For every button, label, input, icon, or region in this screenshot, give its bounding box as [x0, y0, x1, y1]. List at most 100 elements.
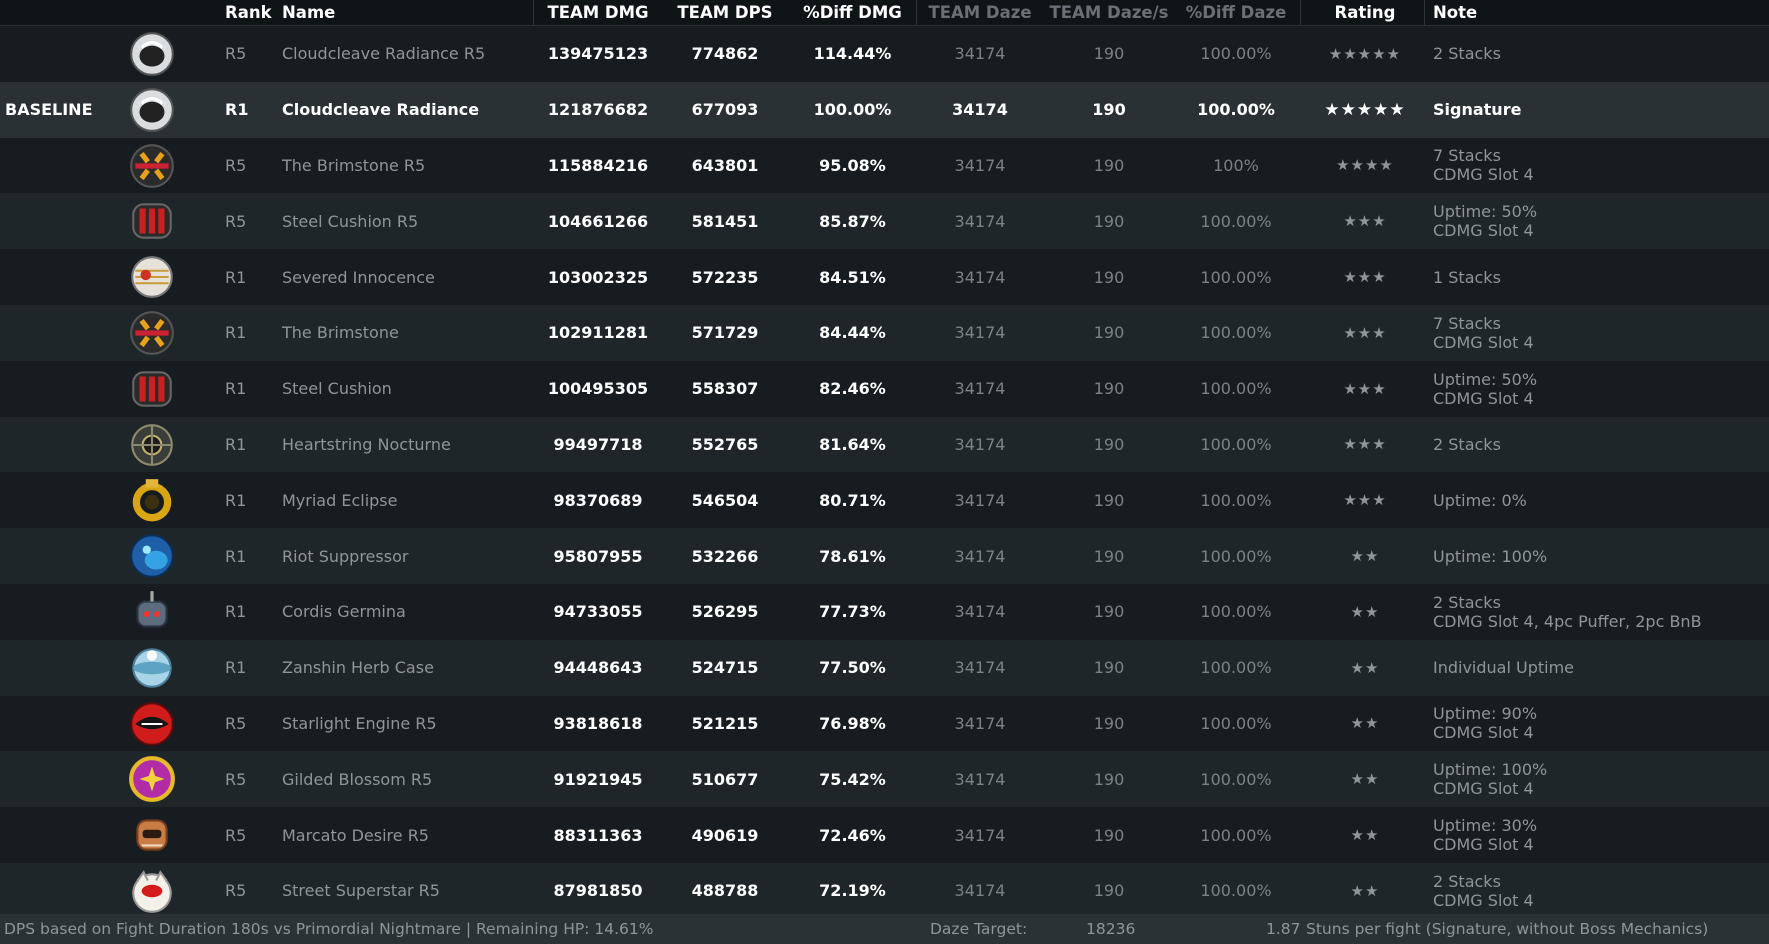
red-helmet-icon [125, 699, 179, 749]
note-line: Uptime: 0% [1433, 490, 1527, 510]
table-row[interactable]: R1 Steel Cushion 100495305 558307 82.46% 3417… [0, 360, 1769, 417]
diff-daze-cell: 100.00% [1200, 546, 1272, 566]
header-divider [916, 0, 917, 25]
red-drum-icon [125, 364, 179, 414]
rating-cell: ★★★ [1305, 417, 1425, 473]
rating-stars: ★★★ [1343, 491, 1387, 510]
name-cell: Cloudcleave Radiance R5 [282, 44, 486, 64]
diff-dmg-cell: 76.98% [819, 713, 886, 733]
note-cell: Signature [1433, 82, 1763, 138]
note-cell: 7 Stacks CDMG Slot 4 [1433, 305, 1763, 361]
note-line: CDMG Slot 4 [1433, 890, 1534, 910]
team-daze-s-cell: 190 [1093, 267, 1125, 287]
diff-daze-cell: 100.00% [1200, 658, 1272, 678]
name-cell: Marcato Desire R5 [282, 825, 429, 845]
rating-cell: ★★★★ [1305, 138, 1425, 194]
note-line: 2 Stacks [1433, 592, 1501, 612]
herb-case-icon [125, 643, 179, 693]
rating-stars: ★★ [1350, 881, 1380, 900]
rank-cell: R5 [225, 713, 247, 733]
team-daze-cell: 34174 [954, 211, 1006, 231]
note-line: Signature [1433, 100, 1522, 120]
note-cell: Uptime: 30% CDMG Slot 4 [1433, 807, 1763, 863]
header-team-dmg[interactable]: TEAM DMG [538, 0, 658, 25]
header-diff-daze[interactable]: %Diff Daze [1176, 0, 1296, 25]
header-team-dps[interactable]: TEAM DPS [665, 0, 785, 25]
team-dmg-cell: 93818618 [553, 713, 643, 733]
table-row[interactable]: R5 Steel Cushion R5 104661266 581451 85.87% 3… [0, 193, 1769, 250]
header-rating[interactable]: Rating [1305, 0, 1425, 25]
team-daze-cell: 34174 [954, 267, 1006, 287]
table-row[interactable]: R1 The Brimstone 102911281 571729 84.44% 3417… [0, 304, 1769, 361]
table-row[interactable]: R5 Gilded Blossom R5 91921945 510677 75.42% 3… [0, 751, 1769, 808]
table-row[interactable]: R1 Riot Suppressor 95807955 532266 78.61% 341… [0, 528, 1769, 584]
diff-dmg-cell: 95.08% [819, 155, 886, 175]
note-line: CDMG Slot 4 [1433, 388, 1534, 408]
table-row[interactable]: R1 Myriad Eclipse 98370689 546504 80.71% 3417… [0, 472, 1769, 529]
team-dps-cell: 581451 [691, 211, 759, 231]
table-row[interactable]: R1 Zanshin Herb Case 94448643 524715 77.50% 3… [0, 639, 1769, 696]
header-team-daze[interactable]: TEAM Daze [920, 0, 1040, 25]
team-daze-s-cell: 190 [1093, 211, 1125, 231]
name-cell: Gilded Blossom R5 [282, 769, 433, 789]
header-rank[interactable]: Rank [225, 0, 272, 25]
rating-stars: ★★★ [1343, 323, 1387, 342]
header-note[interactable]: Note [1433, 0, 1477, 25]
note-line: Individual Uptime [1433, 658, 1575, 678]
note-line: CDMG Slot 4, 4pc Puffer, 2pc BnB [1433, 611, 1702, 631]
note-cell: 1 Stacks [1433, 249, 1763, 305]
diff-daze-cell: 100.00% [1200, 379, 1272, 399]
diff-dmg-cell: 72.19% [819, 881, 886, 901]
team-dps-cell: 526295 [691, 602, 759, 622]
rank-cell: R1 [225, 434, 247, 454]
team-dps-cell: 558307 [691, 379, 759, 399]
team-dmg-cell: 104661266 [547, 211, 649, 231]
name-cell: Severed Innocence [282, 267, 435, 287]
daze-target-label: Daze Target: [930, 920, 1028, 938]
rating-stars: ★★★ [1343, 212, 1387, 231]
header-name[interactable]: Name [282, 0, 335, 25]
name-cell: Starlight Engine R5 [282, 713, 437, 733]
note-line: CDMG Slot 4 [1433, 723, 1534, 743]
table-row[interactable]: R1 Cordis Germina 94733055 526295 77.73% 3417… [0, 583, 1769, 640]
white-shell-icon [125, 252, 179, 302]
table-row[interactable]: R5 Starlight Engine R5 93818618 521215 76.98… [0, 695, 1769, 752]
rank-cell: R1 [225, 267, 247, 287]
rating-stars: ★★ [1350, 602, 1380, 621]
team-dmg-cell: 100495305 [547, 379, 649, 399]
table-row[interactable]: R5 Street Superstar R5 87981850 488788 72.19… [0, 862, 1769, 919]
diff-dmg-cell: 84.51% [819, 267, 886, 287]
header-divider [1424, 0, 1425, 25]
diff-dmg-cell: 114.44% [813, 44, 892, 64]
note-cell: 2 Stacks [1433, 417, 1763, 473]
header-team-daze-s[interactable]: TEAM Daze/s [1045, 0, 1173, 25]
rating-cell: ★★ [1305, 584, 1425, 640]
name-cell: Heartstring Nocturne [282, 434, 451, 454]
header-diff-dmg[interactable]: %Diff DMG [790, 0, 915, 25]
diff-dmg-cell: 75.42% [819, 769, 886, 789]
note-cell: Uptime: 50% CDMG Slot 4 [1433, 361, 1763, 417]
table-row[interactable]: R5 The Brimstone R5 115884216 643801 95.08% 3… [0, 137, 1769, 194]
team-dps-cell: 490619 [691, 825, 759, 845]
team-dps-cell: 546504 [691, 490, 759, 510]
table-row[interactable]: R1 Severed Innocence 103002325 572235 84.51%… [0, 249, 1769, 305]
rating-cell: ★★ [1305, 696, 1425, 752]
team-daze-cell: 34174 [954, 602, 1006, 622]
header-divider [1300, 0, 1301, 25]
diff-dmg-cell: 78.61% [819, 546, 886, 566]
brimstone-sphere-icon [125, 308, 179, 358]
rating-stars: ★★★ [1343, 268, 1387, 287]
table-row[interactable]: R5 Cloudcleave Radiance R5 139475123 774862… [0, 26, 1769, 82]
note-cell: 7 Stacks CDMG Slot 4 [1433, 138, 1763, 194]
note-line: 2 Stacks [1433, 871, 1501, 891]
name-cell: Steel Cushion [282, 379, 392, 399]
table-row[interactable]: BASELINE R1 Cloudcleave Radiance 121876682 6… [0, 81, 1769, 138]
blossom-ball-icon [125, 754, 179, 804]
team-dps-cell: 774862 [691, 44, 759, 64]
diff-dmg-cell: 77.73% [819, 602, 886, 622]
team-dmg-cell: 103002325 [547, 267, 649, 287]
diff-daze-cell: 100.00% [1200, 267, 1272, 287]
table-row[interactable]: R1 Heartstring Nocturne 99497718 552765 81.6… [0, 416, 1769, 473]
table-row[interactable]: R5 Marcato Desire R5 88311363 490619 72.46% 3… [0, 807, 1769, 863]
team-daze-s-cell: 190 [1093, 658, 1125, 678]
